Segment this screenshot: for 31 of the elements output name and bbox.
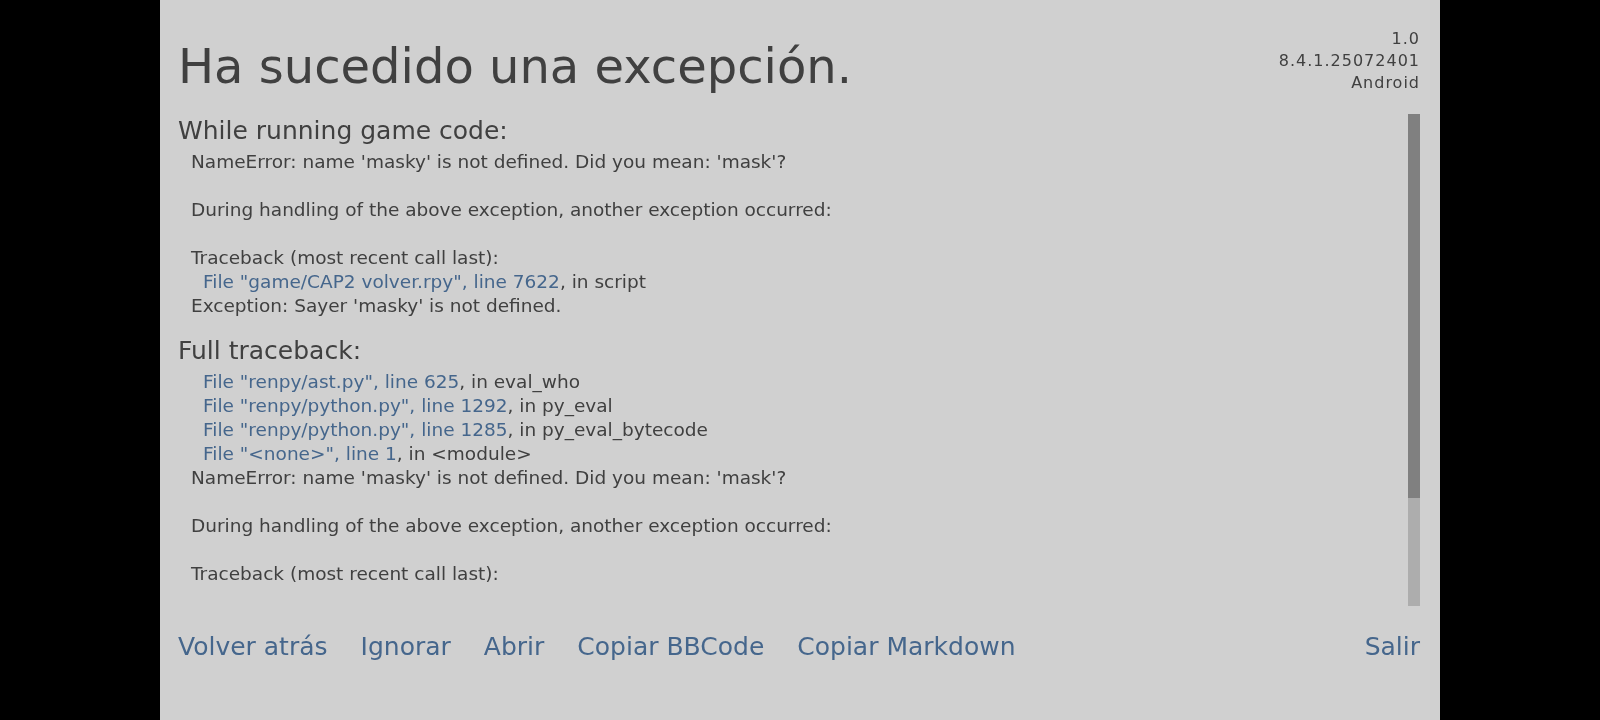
- traceback-text: During handling of the above exception, another exception occurred:: [190, 514, 833, 538]
- traceback-text: , in eval_who: [459, 371, 580, 392]
- version-text: Android: [1350, 72, 1420, 94]
- action-link[interactable]: Ignorar: [360, 631, 451, 661]
- traceback-text: , in py_eval: [507, 395, 613, 416]
- file-link[interactable]: File "renpy/python.py", line 1292: [203, 395, 508, 416]
- version-text: 8.4.1.25072401: [1278, 50, 1420, 72]
- traceback-text: , in <module>: [396, 443, 532, 464]
- file-link[interactable]: File "<none>", line 1: [203, 443, 397, 464]
- version-text: 1.0: [1390, 28, 1420, 50]
- action-link[interactable]: Volver atrás: [178, 631, 328, 661]
- file-link[interactable]: File "renpy/ast.py", line 625: [203, 371, 460, 392]
- section-heading: Full traceback:: [178, 335, 363, 367]
- file-link[interactable]: File "renpy/python.py", line 1285: [203, 419, 508, 440]
- scrollbar-track[interactable]: [1408, 114, 1420, 606]
- traceback-text: Exception: Sayer 'masky' is not defined.: [190, 294, 563, 318]
- traceback-text: Traceback (most recent call last):: [190, 562, 500, 586]
- section-heading: While running game code:: [178, 115, 509, 147]
- action-link[interactable]: Copiar Markdown: [797, 631, 1016, 661]
- traceback-text: NameError: name 'masky' is not defined. Did you mean: 'mask'?: [190, 150, 788, 174]
- traceback-text: , in script: [559, 271, 646, 292]
- action-link[interactable]: Abrir: [483, 631, 545, 661]
- scrollbar-thumb[interactable]: [1408, 114, 1420, 498]
- file-link[interactable]: File "game/CAP2 volver.rpy", line 7622: [203, 271, 560, 292]
- error-title: Ha sucedido una excepción.: [178, 38, 852, 94]
- quit-link[interactable]: Salir: [1364, 631, 1420, 661]
- action-link[interactable]: Copiar BBCode: [577, 631, 765, 661]
- traceback-text: NameError: name 'masky' is not defined. Did you mean: 'mask'?: [190, 466, 788, 490]
- traceback-text: During handling of the above exception, another exception occurred:: [190, 198, 833, 222]
- traceback-text: , in py_eval_bytecode: [507, 419, 708, 440]
- traceback-text: Traceback (most recent call last):: [190, 246, 500, 270]
